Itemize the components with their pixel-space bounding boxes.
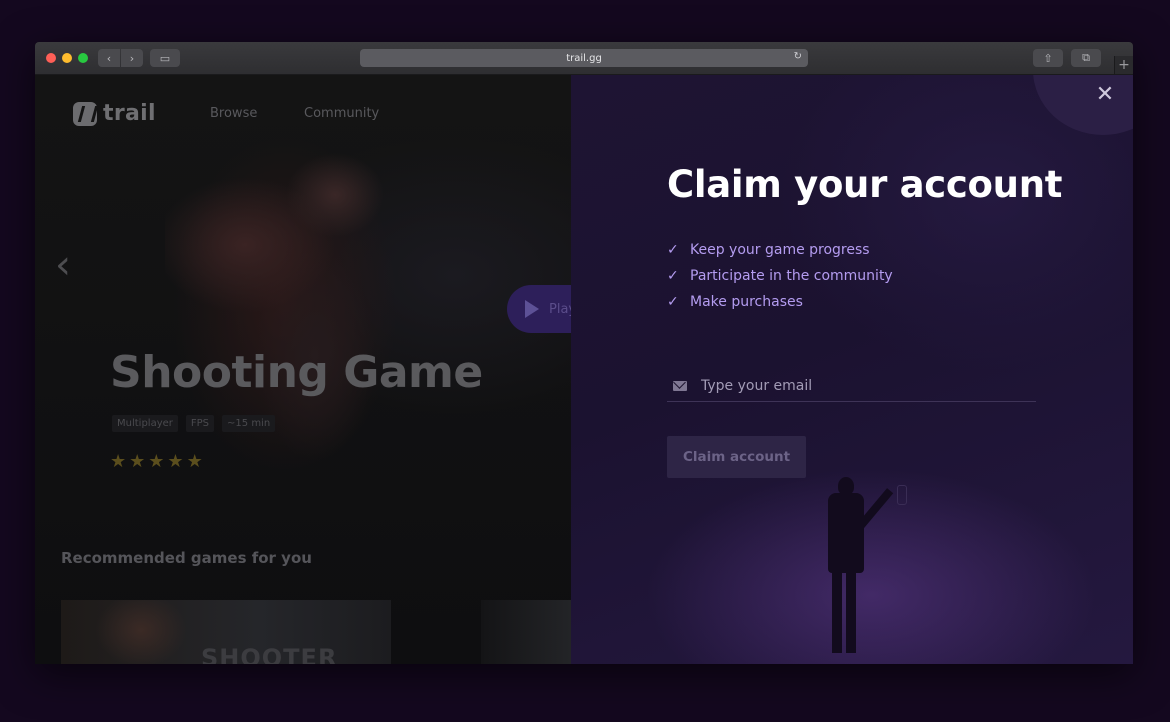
browser-toolbar: ‹ › ▭ trail.gg ↻ ⇧ ⧉ +: [35, 42, 1133, 75]
tag: Multiplayer: [112, 415, 178, 432]
back-button[interactable]: ‹: [98, 49, 120, 67]
game-tags: Multiplayer FPS ~15 min: [112, 415, 276, 432]
lantern-illustration: [897, 485, 907, 505]
star-icon: ★: [129, 451, 146, 472]
recommended-heading: Recommended games for you: [61, 549, 312, 567]
address-bar[interactable]: trail.gg ↻: [360, 49, 808, 67]
share-icon: ⇧: [1043, 51, 1053, 65]
game-card[interactable]: SHOOTER: [61, 600, 391, 664]
carousel-prev-icon[interactable]: ‹: [55, 245, 71, 285]
star-icon: ★: [110, 451, 127, 472]
tabs-icon: ⧉: [1082, 51, 1090, 64]
benefit-item: ✓ Keep your game progress: [667, 237, 893, 263]
modal-corner-decoration: [1033, 75, 1133, 135]
claim-account-button[interactable]: Claim account: [667, 436, 806, 478]
game-title: Shooting Game: [110, 347, 483, 398]
benefit-item: ✓ Make purchases: [667, 289, 893, 315]
game-card[interactable]: [481, 600, 571, 664]
tag: FPS: [185, 415, 215, 432]
reload-icon[interactable]: ↻: [794, 51, 802, 62]
sidebar-toggle-button[interactable]: ▭: [150, 49, 180, 67]
forward-button[interactable]: ›: [121, 49, 143, 67]
trail-logo-icon: [73, 101, 97, 126]
nav-browse[interactable]: Browse: [210, 106, 257, 121]
email-input[interactable]: [701, 377, 1021, 394]
sidebar-icon: ▭: [159, 51, 171, 65]
nav-community[interactable]: Community: [304, 106, 379, 121]
background-figure-illustration: [816, 475, 894, 664]
benefit-label: Participate in the community: [690, 268, 893, 284]
star-icon: ★: [148, 451, 165, 472]
check-icon: ✓: [667, 242, 679, 258]
play-label: Play: [549, 301, 571, 317]
rating-stars: ★ ★ ★ ★ ★: [110, 451, 203, 472]
chevron-left-icon: ‹: [106, 51, 112, 65]
mail-icon: [673, 380, 687, 391]
check-icon: ✓: [667, 294, 679, 310]
browser-window: ‹ › ▭ trail.gg ↻ ⇧ ⧉ + trail Browse Comm…: [35, 42, 1133, 664]
hero-artwork: [165, 135, 415, 495]
trail-logo[interactable]: trail: [73, 101, 156, 126]
benefit-label: Keep your game progress: [690, 242, 870, 258]
claim-account-modal: ✕ Claim your account ✓ Keep your game pr…: [571, 75, 1133, 664]
tag: ~15 min: [222, 415, 276, 432]
app-background: trail Browse Community ‹ Play Shooting G…: [35, 75, 571, 664]
play-icon: [525, 300, 539, 318]
tabs-overview-button[interactable]: ⧉: [1071, 49, 1101, 67]
email-field: [667, 370, 1036, 402]
star-icon: ★: [167, 451, 184, 472]
star-icon: ★: [186, 451, 203, 472]
share-button[interactable]: ⇧: [1033, 49, 1063, 67]
benefit-label: Make purchases: [690, 294, 803, 310]
plus-icon: +: [1118, 57, 1130, 73]
close-icon: ✕: [1095, 82, 1115, 107]
close-window-button[interactable]: [46, 53, 56, 63]
benefit-item: ✓ Participate in the community: [667, 263, 893, 289]
url-text: trail.gg: [566, 52, 602, 64]
check-icon: ✓: [667, 268, 679, 284]
zoom-window-button[interactable]: [78, 53, 88, 63]
logo-text: trail: [103, 101, 156, 126]
page-content: trail Browse Community ‹ Play Shooting G…: [35, 75, 1133, 664]
chevron-right-icon: ›: [129, 51, 135, 65]
new-tab-button[interactable]: +: [1114, 56, 1133, 74]
benefits-list: ✓ Keep your game progress ✓ Participate …: [667, 237, 893, 315]
play-button[interactable]: Play: [507, 285, 571, 333]
game-card-title: SHOOTER: [201, 644, 338, 664]
close-modal-button[interactable]: ✕: [1093, 83, 1117, 107]
modal-title: Claim your account: [667, 163, 1063, 206]
minimize-window-button[interactable]: [62, 53, 72, 63]
